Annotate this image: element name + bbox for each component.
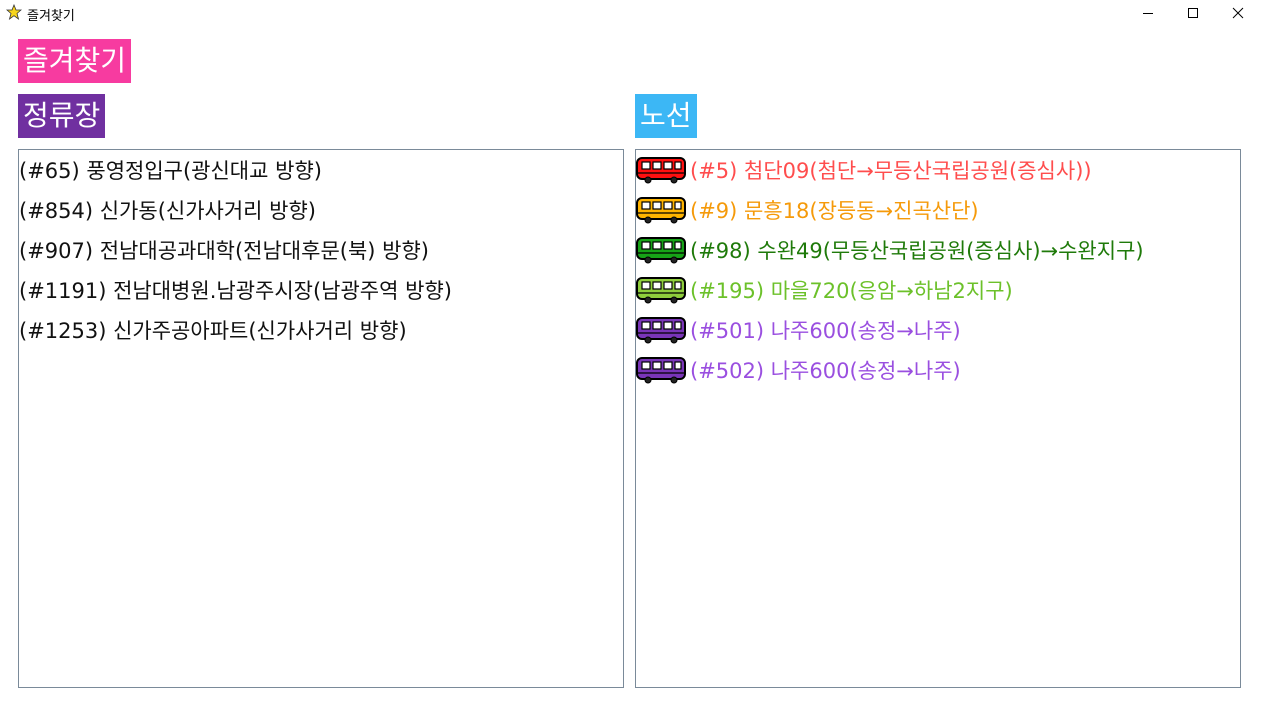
stop-list-item[interactable]: (#65) 풍영정입구(광신대교 방향) <box>19 150 623 190</box>
route-label: (#9) 문흥18(장등동→진곡산단) <box>690 199 979 223</box>
bus-icon <box>636 197 686 224</box>
routes-list[interactable]: (#5) 첨단09(첨단→무등산국립공원(증심사)) (#9) 문흥18(장등동→… <box>635 149 1241 688</box>
title-bar: 즐겨찾기 <box>0 0 1262 26</box>
route-list-item[interactable]: (#502) 나주600(송정→나주) <box>636 350 1240 390</box>
route-label: (#501) 나주600(송정→나주) <box>690 319 961 343</box>
close-button[interactable] <box>1215 0 1261 26</box>
bus-icon <box>636 157 686 184</box>
star-icon <box>6 4 22 20</box>
bus-icon <box>636 277 686 304</box>
route-list-item[interactable]: (#501) 나주600(송정→나주) <box>636 310 1240 350</box>
bus-icon <box>636 317 686 344</box>
stop-list-item[interactable]: (#1191) 전남대병원.남광주시장(남광주역 방향) <box>19 270 623 310</box>
route-list-item[interactable]: (#9) 문흥18(장등동→진곡산단) <box>636 190 1240 230</box>
minimize-icon <box>1143 13 1153 14</box>
routes-section-label: 노선 <box>635 94 697 138</box>
bus-icon <box>636 237 686 264</box>
route-list-item[interactable]: (#5) 첨단09(첨단→무등산국립공원(증심사)) <box>636 150 1240 190</box>
route-label: (#98) 수완49(무등산국립공원(증심사)→수완지구) <box>690 239 1144 263</box>
route-list-item[interactable]: (#195) 마을720(응암→하남2지구) <box>636 270 1240 310</box>
stops-section-label: 정류장 <box>18 94 106 138</box>
bus-icon <box>636 357 686 384</box>
stop-list-item[interactable]: (#907) 전남대공과대학(전남대후문(북) 방향) <box>19 230 623 270</box>
stop-list-item[interactable]: (#854) 신가동(신가사거리 방향) <box>19 190 623 230</box>
page-title: 즐겨찾기 <box>18 39 132 83</box>
stops-list[interactable]: (#65) 풍영정입구(광신대교 방향) (#854) 신가동(신가사거리 방향)… <box>18 149 624 688</box>
route-label: (#5) 첨단09(첨단→무등산국립공원(증심사)) <box>690 159 1092 183</box>
stop-list-item[interactable]: (#1253) 신가주공아파트(신가사거리 방향) <box>19 310 623 350</box>
window-title: 즐겨찾기 <box>27 9 75 24</box>
maximize-button[interactable] <box>1170 0 1216 26</box>
route-label: (#502) 나주600(송정→나주) <box>690 359 961 383</box>
route-list-item[interactable]: (#98) 수완49(무등산국립공원(증심사)→수완지구) <box>636 230 1240 270</box>
route-label: (#195) 마을720(응암→하남2지구) <box>690 279 1013 303</box>
close-icon <box>1232 7 1244 19</box>
maximize-icon <box>1188 8 1198 18</box>
minimize-button[interactable] <box>1125 0 1171 26</box>
